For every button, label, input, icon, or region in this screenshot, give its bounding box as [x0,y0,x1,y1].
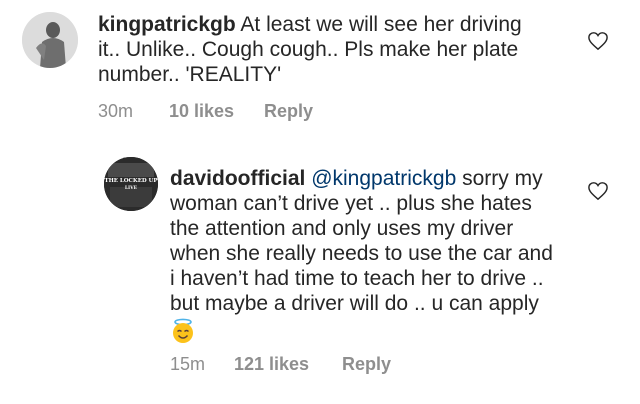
avatar[interactable] [22,12,78,68]
comment-line: davidoofficial @kingpatrickgb sorry my [170,166,590,191]
username[interactable]: davidoofficial [170,167,305,190]
comment-line: kingpatrickgb At least we will see her d… [98,12,578,37]
reply-button[interactable]: Reply [342,354,391,375]
username[interactable]: kingpatrickgb [98,13,236,36]
mention-link[interactable]: @kingpatrickgb [311,167,456,190]
avatar[interactable]: THE LOCKED UP LIVE [104,157,158,211]
reply-button[interactable]: Reply [264,101,313,122]
heart-icon[interactable] [587,181,609,201]
comment-text: the attention and only uses my driver [170,217,514,240]
comment-text: sorry my [462,167,543,190]
comment-time: 15m [170,354,206,374]
avatar-caption: THE LOCKED UP LIVE [104,178,158,191]
comment-text: At least we will see her driving [240,13,522,36]
comment-text: i haven’t had time to teach her to drive… [170,267,544,290]
likes-count[interactable]: 121 likes [234,354,342,375]
comment-text: but maybe a driver will do .. u can appl… [170,292,539,315]
comment-time: 30m [98,101,134,121]
heart-icon[interactable] [587,31,609,51]
comment-text: it.. Unlike.. Cough cough.. Pls make her… [98,38,519,61]
comment-text: number.. 'REALITY' [98,63,282,86]
comment-text: when she really needs to use the car and [170,242,553,265]
smiling-face-with-halo-icon [173,318,193,343]
likes-count[interactable]: 10 likes [169,101,264,122]
comment-text: woman can’t drive yet .. plus she hates [170,192,532,215]
